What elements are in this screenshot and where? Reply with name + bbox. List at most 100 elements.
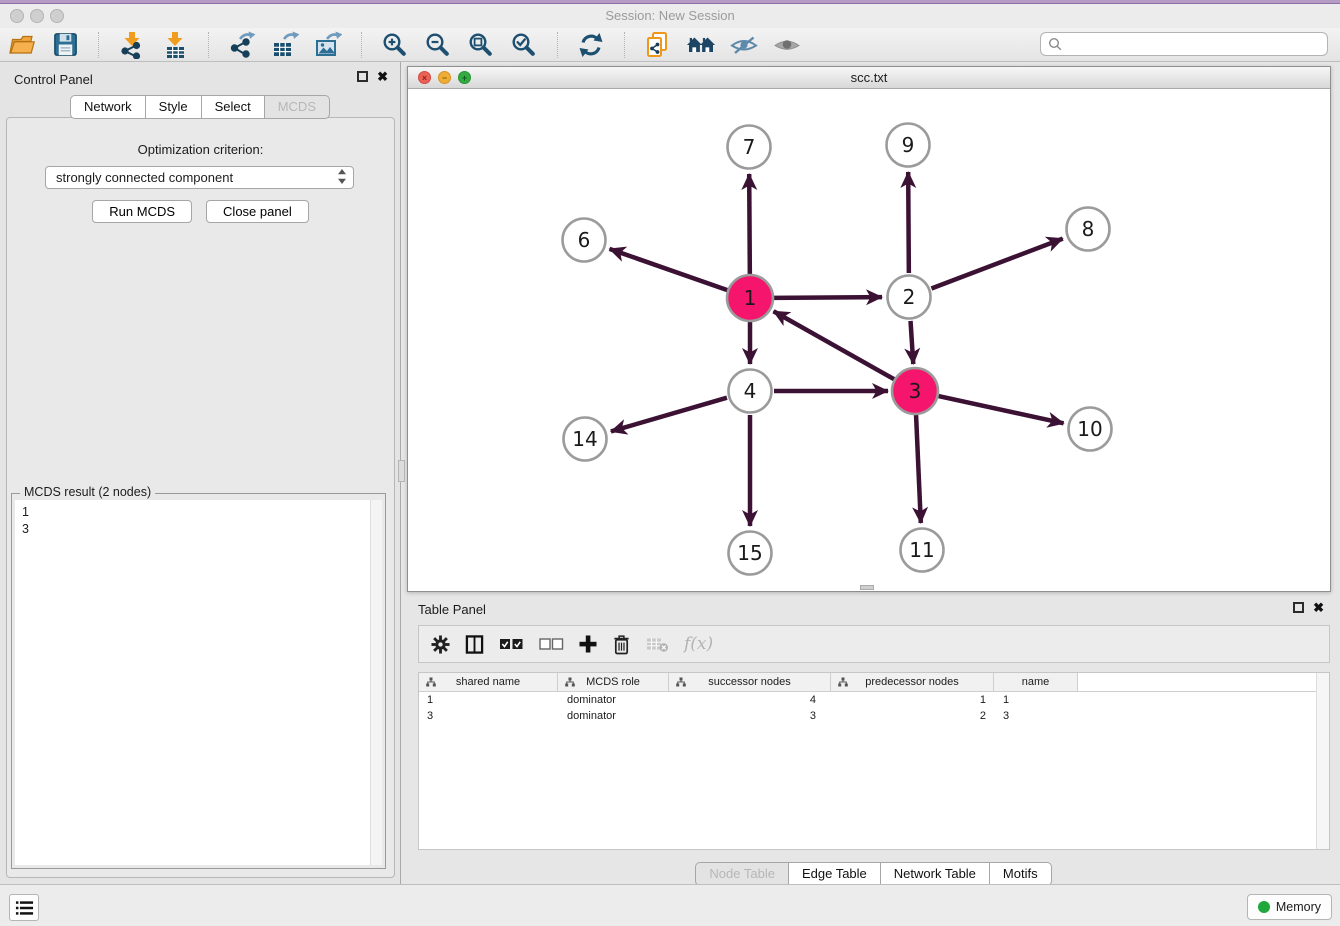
float-table-panel-icon[interactable] [1293,602,1304,613]
tab-select[interactable]: Select [202,95,265,119]
network-view-window: × − + scc.txt 7 9 6 8 1 2 4 3 14 10 15 11 [407,66,1331,592]
toolbar-separator [624,32,625,58]
task-history-button[interactable] [9,894,39,921]
home-icon[interactable] [686,30,716,60]
close-panel-icon[interactable]: ✖ [377,71,388,82]
hierarchy-icon [565,677,575,690]
tab-motifs[interactable]: Motifs [990,862,1052,886]
column-header-shared-name[interactable]: shared name [419,673,558,691]
graph-edge-4-14[interactable] [611,398,727,432]
graph-edge-2-8[interactable] [931,239,1062,289]
graph-node-3[interactable]: 3 [892,368,938,414]
network-document-icon[interactable] [643,30,673,60]
tab-network-table[interactable]: Network Table [881,862,990,886]
save-icon[interactable] [50,30,80,60]
add-icon[interactable] [579,635,597,653]
result-line: 3 [22,521,375,538]
zoom-in-icon[interactable] [380,30,410,60]
table-row[interactable]: 3 dominator 3 2 3 [419,708,1329,724]
import-table-icon[interactable] [160,30,190,60]
hierarchy-icon [676,677,686,690]
main-toolbar [0,28,1340,62]
toolbar-separator [361,32,362,58]
graph-edge-3-1[interactable] [774,311,895,379]
graph-node-15[interactable]: 15 [729,532,772,575]
gear-icon[interactable] [431,635,450,654]
graph-node-11[interactable]: 11 [901,529,944,572]
column-header-mcds-role[interactable]: MCDS role [558,673,669,691]
hide-eye-icon[interactable] [729,30,759,60]
graph-node-8[interactable]: 8 [1067,208,1110,251]
node-table: shared name MCDS role successor nodes pr… [418,672,1330,850]
svg-text:14: 14 [572,427,597,451]
function-builder-icon[interactable]: f(x) [684,634,713,654]
frame-resize-grip[interactable] [860,585,874,590]
mcds-result-text[interactable]: 1 3 [15,500,382,865]
network-window-titlebar[interactable]: × − + scc.txt [408,67,1330,89]
window-title: Session: New Session [0,8,1340,23]
search-field [1040,32,1328,56]
column-header-successor-nodes[interactable]: successor nodes [669,673,831,691]
column-header-name[interactable]: name [994,673,1078,691]
control-panel: Control Panel ✖ NetworkStyleSelectMCDS O… [0,62,401,884]
tab-style[interactable]: Style [146,95,202,119]
select-all-icon[interactable] [499,637,524,651]
deselect-all-icon[interactable] [539,637,564,651]
mcds-result-title: MCDS result (2 nodes) [20,485,155,499]
tab-network[interactable]: Network [70,95,146,119]
svg-text:15: 15 [737,541,762,565]
graph-edge-3-10[interactable] [938,396,1063,423]
column-header-predecessor-nodes[interactable]: predecessor nodes [831,673,994,691]
graph-node-4[interactable]: 4 [729,370,772,413]
zoom-out-icon[interactable] [423,30,453,60]
graph-edge-1-6[interactable] [609,249,727,290]
graph-edge-2-9[interactable] [908,172,909,273]
column-layout-icon[interactable] [465,635,484,654]
tab-edge-table[interactable]: Edge Table [789,862,881,886]
close-table-panel-icon[interactable]: ✖ [1313,602,1324,613]
trash-icon[interactable] [612,634,631,655]
zoom-fit-icon[interactable] [466,30,496,60]
graph-node-6[interactable]: 6 [563,219,606,262]
mcds-panel: Optimization criterion: strongly connect… [6,117,395,878]
graph-node-1[interactable]: 1 [727,275,773,321]
panel-splitter-handle[interactable] [398,460,405,482]
table-tabs: Node TableEdge TableNetwork TableMotifs [407,862,1340,886]
show-eye-icon[interactable] [772,30,802,60]
control-panel-title: Control Panel [14,72,93,87]
delete-table-icon[interactable] [646,636,669,653]
open-folder-icon[interactable] [7,30,37,60]
table-scrollbar[interactable] [1316,673,1329,849]
graph-node-9[interactable]: 9 [887,124,930,167]
graph-node-7[interactable]: 7 [728,126,771,169]
refresh-icon[interactable] [576,30,606,60]
zoom-selected-icon[interactable] [509,30,539,60]
export-table-icon[interactable] [270,30,300,60]
search-input[interactable] [1066,37,1320,52]
result-scrollbar[interactable] [370,500,382,865]
graph-edge-1-7[interactable] [749,174,750,274]
toolbar-separator [98,32,99,58]
svg-text:8: 8 [1082,217,1095,241]
table-toolbar: f(x) [418,625,1330,663]
graph-edge-2-3[interactable] [911,321,914,364]
table-row[interactable]: 1 dominator 4 1 1 [419,692,1329,708]
import-network-icon[interactable] [117,30,147,60]
close-panel-button[interactable]: Close panel [206,200,309,223]
export-network-icon[interactable] [227,30,257,60]
graph-edge-3-11[interactable] [916,415,921,523]
criterion-dropdown[interactable]: strongly connected component [45,166,354,189]
tab-node-table[interactable]: Node Table [695,862,789,886]
network-canvas[interactable]: 7 9 6 8 1 2 4 3 14 10 15 11 [408,89,1330,590]
network-graph: 7 9 6 8 1 2 4 3 14 10 15 11 [408,89,1330,590]
graph-node-10[interactable]: 10 [1069,408,1112,451]
export-image-icon[interactable] [313,30,343,60]
tab-mcds[interactable]: MCDS [265,95,330,119]
graph-node-14[interactable]: 14 [564,418,607,461]
svg-text:7: 7 [743,135,756,159]
float-panel-icon[interactable] [357,71,368,82]
graph-edge-1-2[interactable] [774,297,882,298]
graph-node-2[interactable]: 2 [888,276,931,319]
run-mcds-button[interactable]: Run MCDS [92,200,192,223]
memory-button[interactable]: Memory [1247,894,1332,920]
